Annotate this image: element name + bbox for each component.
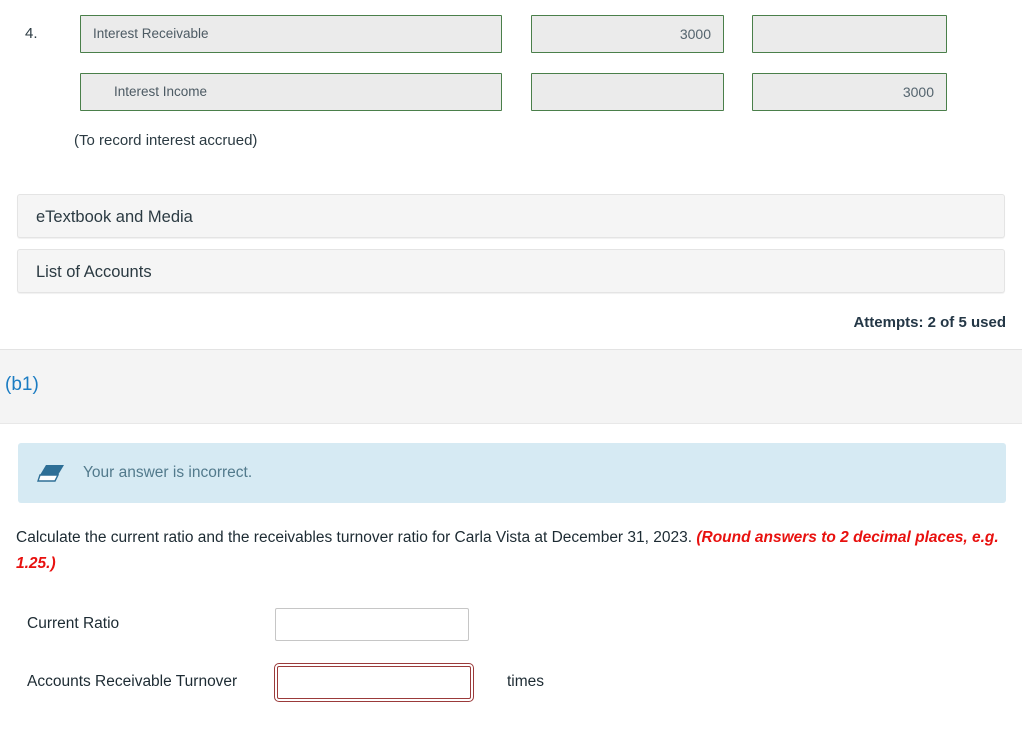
account-name-field-credit[interactable]: Interest Income <box>80 73 502 111</box>
accounts-receivable-turnover-input[interactable] <box>274 662 474 702</box>
credit-amount-field-row1[interactable] <box>752 15 947 53</box>
current-ratio-input[interactable] <box>275 607 469 641</box>
answer-row-receivable-turnover: Accounts Receivable Turnover times <box>0 662 1022 702</box>
attempts-status: Attempts: 2 of 5 used <box>853 314 1006 331</box>
section-band: (b1) <box>0 350 1022 424</box>
journal-entry-block: 4. Interest Receivable 3000 Interest Inc… <box>0 15 1022 149</box>
exercise-page: 4. Interest Receivable 3000 Interest Inc… <box>0 15 1022 748</box>
answer-fields-group: Current Ratio Accounts Receivable Turnov… <box>0 605 1022 702</box>
eraser-icon <box>37 462 67 484</box>
unit-times: times <box>507 673 545 690</box>
question-main: Calculate the current ratio and the rece… <box>16 529 697 546</box>
journal-entry-row: 4. Interest Receivable 3000 <box>0 15 1022 53</box>
answer-row-current-ratio: Current Ratio <box>0 605 1022 643</box>
journal-entry-number: 4. <box>25 25 38 42</box>
etextbook-and-media-button[interactable]: eTextbook and Media <box>17 194 1005 238</box>
label-current-ratio: Current Ratio <box>27 615 120 632</box>
question-text: Calculate the current ratio and the rece… <box>16 525 1006 577</box>
account-name-field-debit[interactable]: Interest Receivable <box>80 15 502 53</box>
journal-entry-caption: (To record interest accrued) <box>74 132 258 149</box>
alert-message: Your answer is incorrect. <box>83 464 253 481</box>
section-label-b1: (b1) <box>5 374 39 395</box>
list-of-accounts-button[interactable]: List of Accounts <box>17 249 1005 293</box>
label-accounts-receivable-turnover: Accounts Receivable Turnover <box>27 673 238 690</box>
debit-amount-field-row1[interactable]: 3000 <box>531 15 724 53</box>
incorrect-answer-alert: Your answer is incorrect. <box>18 443 1006 503</box>
debit-amount-field-row2[interactable] <box>531 73 724 111</box>
credit-amount-field-row2[interactable]: 3000 <box>752 73 947 111</box>
journal-entry-row: Interest Income 3000 <box>0 73 1022 111</box>
